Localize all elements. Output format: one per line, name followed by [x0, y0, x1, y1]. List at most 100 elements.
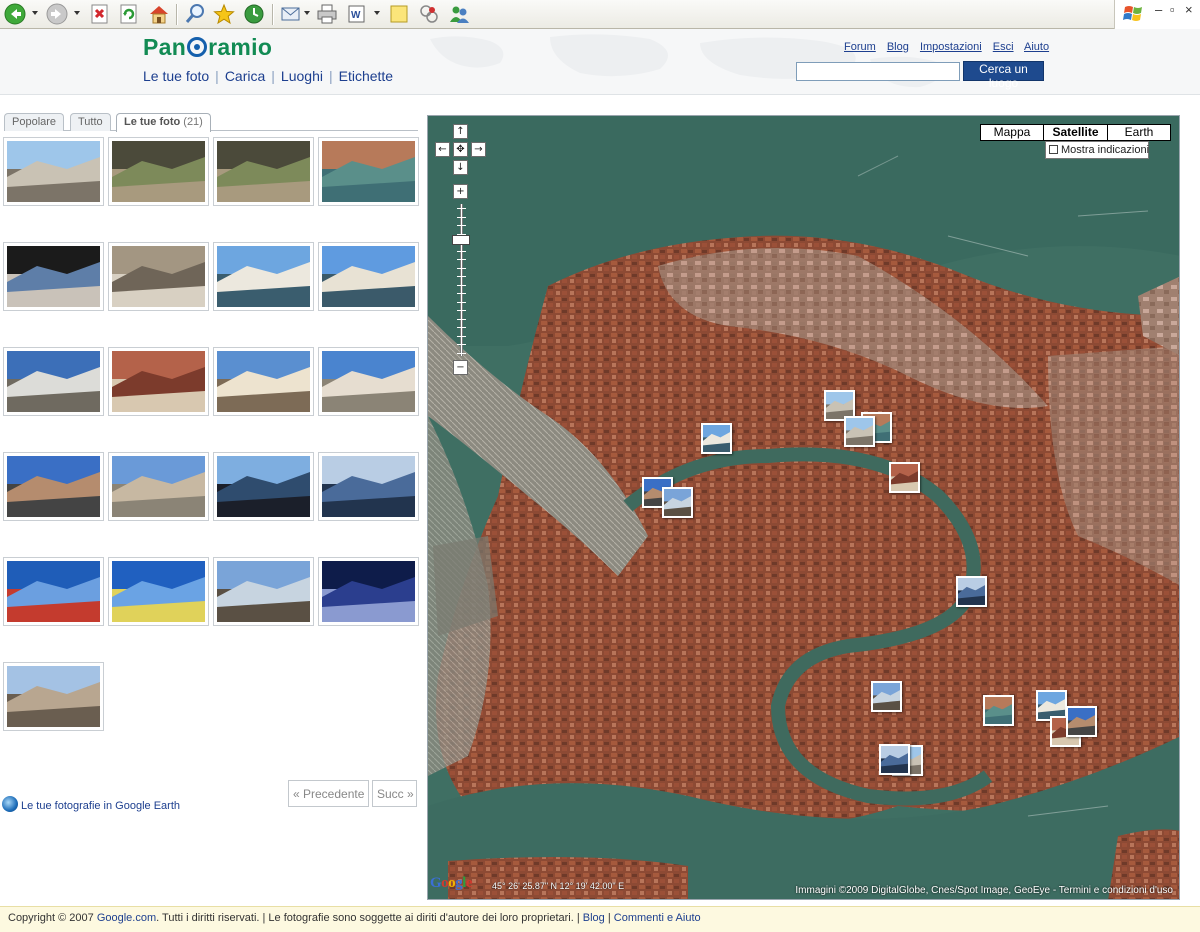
photo-thumbnail[interactable] — [213, 242, 314, 311]
history-icon[interactable] — [243, 3, 265, 25]
edit-dropdown-icon[interactable] — [374, 11, 380, 15]
photo-image — [112, 141, 205, 202]
tab-le-tue-foto[interactable]: Le tue foto (21) — [116, 113, 211, 132]
panoramio-logo[interactable]: Pan ramio — [143, 34, 272, 61]
photo-thumbnail[interactable] — [318, 242, 419, 311]
research-icon[interactable] — [388, 3, 410, 25]
logo-globe-icon — [187, 37, 208, 57]
place-search-input[interactable] — [796, 62, 960, 81]
mail-icon[interactable] — [280, 3, 302, 25]
minimize-button[interactable]: – — [1155, 3, 1162, 16]
pan-right-icon[interactable]: → — [471, 142, 486, 157]
pan-center-icon[interactable]: ✥ — [453, 142, 468, 157]
zoom-in-icon[interactable]: + — [453, 184, 468, 199]
link-esci[interactable]: Esci — [993, 41, 1014, 53]
photo-thumbnail[interactable] — [213, 557, 314, 626]
photo-image — [217, 246, 310, 307]
photo-thumbnail[interactable] — [3, 662, 104, 731]
marker-photo — [985, 697, 1012, 724]
messenger-icon[interactable] — [418, 3, 440, 25]
prev-page-button[interactable]: « Precedente — [288, 780, 369, 807]
photo-thumbnail[interactable] — [318, 137, 419, 206]
zoom-slider[interactable] — [455, 204, 468, 356]
pan-up-icon[interactable]: ↑ — [453, 124, 468, 139]
photo-thumbnail[interactable] — [108, 242, 209, 311]
back-dropdown-icon[interactable] — [32, 11, 38, 15]
link-forum[interactable]: Forum — [844, 41, 876, 53]
map-type-mappa[interactable]: Mappa — [980, 124, 1044, 141]
google-earth-link[interactable]: Le tue fotografie in Google Earth — [21, 800, 180, 812]
stop-icon[interactable] — [89, 3, 111, 25]
link-blog[interactable]: Blog — [887, 41, 909, 53]
pan-down-icon[interactable]: ↓ — [453, 160, 468, 175]
search-icon[interactable] — [184, 3, 206, 25]
photo-marker[interactable] — [1066, 706, 1097, 737]
print-icon[interactable] — [316, 3, 338, 25]
photo-thumbnail[interactable] — [3, 557, 104, 626]
footer-help-link[interactable]: Commenti e Aiuto — [614, 912, 701, 924]
nav-le-tue-foto[interactable]: Le tue foto — [143, 68, 209, 84]
marker-photo — [891, 464, 918, 491]
refresh-icon[interactable] — [118, 3, 140, 25]
map-type-earth[interactable]: Earth — [1107, 124, 1171, 141]
link-impostazioni[interactable]: Impostazioni — [920, 41, 982, 53]
link-aiuto[interactable]: Aiuto — [1024, 41, 1049, 53]
photo-thumbnail[interactable] — [3, 452, 104, 521]
photo-marker[interactable] — [983, 695, 1014, 726]
contacts-icon[interactable] — [448, 3, 470, 25]
marker-photo — [1038, 692, 1065, 719]
forward-icon[interactable] — [46, 3, 68, 25]
photo-thumbnail[interactable] — [108, 557, 209, 626]
nav-luoghi[interactable]: Luoghi — [281, 68, 323, 84]
photo-thumbnail[interactable] — [108, 137, 209, 206]
zoom-tick — [457, 344, 466, 345]
map-attribution[interactable]: Immagini ©2009 DigitalGlobe, Cnes/Spot I… — [795, 885, 1173, 896]
photo-thumbnail[interactable] — [3, 137, 104, 206]
photo-thumbnail[interactable] — [213, 137, 314, 206]
nav-carica[interactable]: Carica — [225, 68, 265, 84]
photo-marker[interactable] — [956, 576, 987, 607]
footer-separator: | — [604, 912, 614, 924]
photo-marker[interactable] — [889, 462, 920, 493]
tab-label: Tutto — [78, 116, 103, 128]
tab-popolare[interactable]: Popolare — [4, 113, 65, 131]
photo-thumbnail[interactable] — [108, 452, 209, 521]
photo-thumbnail[interactable] — [3, 242, 104, 311]
zoom-out-icon[interactable]: − — [453, 360, 468, 375]
place-search-button[interactable]: Cerca un luogo — [963, 61, 1044, 90]
tab-tutto[interactable]: Tutto — [70, 113, 111, 131]
photo-marker[interactable] — [871, 681, 902, 712]
photo-thumbnail[interactable] — [213, 347, 314, 416]
photo-thumbnail[interactable] — [318, 452, 419, 521]
back-icon[interactable] — [4, 3, 26, 25]
footer-blog-link[interactable]: Blog — [583, 912, 605, 924]
photo-marker[interactable] — [662, 487, 693, 518]
google-link[interactable]: Google.com — [97, 912, 156, 924]
restore-button[interactable]: ▫ — [1170, 3, 1175, 16]
pan-left-icon[interactable]: ← — [435, 142, 450, 157]
photo-marker[interactable] — [844, 416, 875, 447]
zoom-handle[interactable] — [452, 234, 470, 245]
photo-thumbnail[interactable] — [108, 347, 209, 416]
show-labels-checkbox[interactable]: Mostra indicazioni — [1045, 141, 1149, 159]
edit-icon[interactable]: W — [346, 3, 368, 25]
home-icon[interactable] — [148, 3, 170, 25]
photo-thumbnail[interactable] — [3, 347, 104, 416]
favorites-icon[interactable] — [213, 3, 235, 25]
photo-marker[interactable] — [701, 423, 732, 454]
photo-thumbnail[interactable] — [213, 452, 314, 521]
photo-image — [7, 666, 100, 727]
photo-thumbnail[interactable] — [318, 347, 419, 416]
photo-marker[interactable] — [879, 744, 910, 775]
photo-thumbnail[interactable] — [318, 557, 419, 626]
close-button[interactable]: × — [1185, 3, 1193, 16]
map-type-satellite[interactable]: Satellite — [1043, 124, 1108, 141]
satellite-map[interactable]: ↑ ← ✥ → ↓ + − Mappa Satellite Earth Most… — [427, 115, 1180, 900]
nav-etichette[interactable]: Etichette — [339, 68, 393, 84]
photo-image — [112, 246, 205, 307]
toolbar-separator — [272, 4, 273, 25]
tab-label: Popolare — [12, 116, 57, 128]
forward-dropdown-icon[interactable] — [74, 11, 80, 15]
next-page-button[interactable]: Succ » — [372, 780, 417, 807]
mail-dropdown-icon[interactable] — [304, 11, 310, 15]
